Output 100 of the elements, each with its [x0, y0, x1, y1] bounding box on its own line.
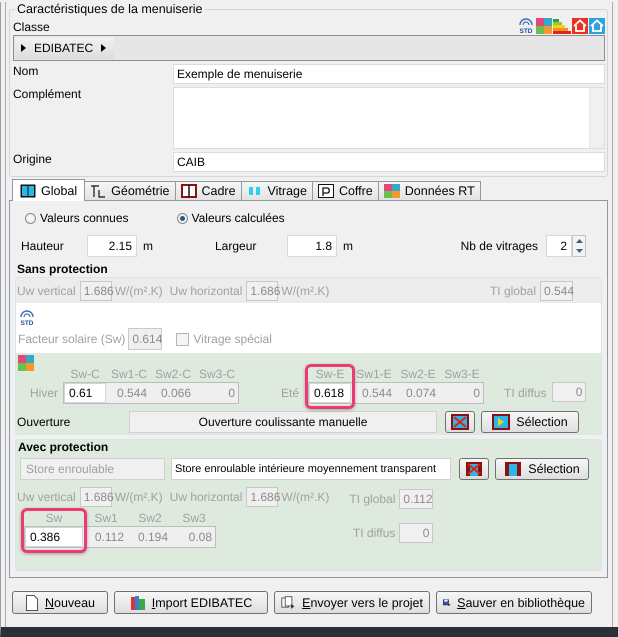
- readonly-field: 0.544: [540, 280, 573, 300]
- unit-label: W/(m².K): [281, 284, 330, 298]
- shutter-icon: [504, 461, 522, 477]
- frame-icon: [180, 184, 196, 198]
- select-button[interactable]: Sélection: [495, 458, 589, 480]
- value-field[interactable]: 0.386: [25, 527, 83, 547]
- readonly-field: 1.686: [246, 486, 278, 506]
- tab[interactable]: Coffre: [312, 181, 379, 200]
- unit-label: W/(m².K): [281, 490, 330, 504]
- books-icon: [130, 594, 146, 610]
- column-header: Sw2-C: [154, 367, 192, 382]
- up-arrow-icon: [576, 239, 582, 243]
- readonly-field: 1.686: [80, 486, 112, 506]
- new-button[interactable]: Nouveau: [12, 591, 108, 614]
- field-label: Facteur solaire (Sw): [18, 332, 126, 346]
- tab[interactable]: Données RT: [378, 181, 481, 200]
- field-label: Eté: [280, 386, 299, 400]
- field-label: Classe: [13, 20, 50, 34]
- triangle-icon: [101, 44, 106, 52]
- readonly-field: 0: [552, 382, 586, 402]
- column-header: Sw2-E: [399, 367, 437, 382]
- import-button[interactable]: Import EDIBATEC: [114, 591, 268, 614]
- radio-option[interactable]: Valeurs connues: [25, 211, 128, 225]
- house-icon: [589, 18, 605, 34]
- save-button[interactable]: Sauver en bibliothèque: [436, 591, 592, 614]
- column-header: Sw1-E: [355, 367, 393, 382]
- glass-panes-icon: [246, 184, 263, 198]
- radio-option[interactable]: Valeurs calculées: [176, 211, 285, 225]
- document-arrow-icon: [281, 594, 296, 610]
- scrollbar[interactable]: [589, 88, 604, 148]
- column-header: Sw3-E: [443, 367, 481, 382]
- field-label: Uw vertical: [17, 284, 76, 298]
- table-cell-text: 0: [227, 386, 236, 400]
- color-grid-icon: [536, 18, 552, 34]
- field-label: Hiver: [28, 386, 58, 400]
- field-label: TI diffus: [352, 526, 396, 540]
- readonly-field: 0.112: [399, 489, 434, 510]
- window-icon: [492, 414, 510, 430]
- field-label: Nom: [13, 64, 40, 80]
- text-field[interactable]: CAIB: [173, 152, 605, 172]
- number-field[interactable]: 2: [546, 235, 572, 257]
- column-header: Sw1: [93, 511, 119, 526]
- send-button[interactable]: Envoyer vers le projet: [274, 591, 430, 614]
- field-label: Largeur: [215, 239, 258, 253]
- table-cell-text: 0.08: [188, 530, 213, 544]
- triangle-icon: [21, 44, 26, 52]
- breadcrumb-item[interactable]: EDIBATEC: [15, 37, 114, 59]
- radio-button[interactable]: [25, 212, 36, 224]
- column-header: Sw2: [137, 511, 163, 526]
- roll-box-icon: [318, 184, 334, 198]
- field-label: Uw vertical: [17, 490, 76, 504]
- color-grid-icon: [18, 355, 34, 371]
- column-header: Sw1-C: [110, 367, 148, 382]
- clear-button[interactable]: [459, 458, 489, 480]
- unit-label: W/(m².K): [114, 490, 163, 504]
- section-title: Avec protection: [18, 440, 110, 454]
- unit-label: m: [343, 239, 353, 253]
- field-label: TI diffus: [504, 386, 546, 400]
- field-label: Ouverture: [17, 414, 72, 428]
- dimension-icon: [90, 184, 106, 198]
- table-cell-text: 0.544: [360, 386, 393, 400]
- table-cell-text: 0: [472, 386, 481, 400]
- column-header: Sw: [44, 511, 64, 526]
- table-cell-text: 0.074: [404, 386, 437, 400]
- clear-button[interactable]: [445, 410, 475, 432]
- spin-buttons[interactable]: [572, 235, 586, 257]
- number-field[interactable]: 1.8: [287, 235, 337, 257]
- tab[interactable]: Géométrie: [84, 181, 176, 200]
- table-cell-text: 0.112: [94, 530, 125, 544]
- field-label: Complément: [13, 87, 82, 103]
- opening-type-field: Ouverture coulissante manuelle: [129, 410, 437, 432]
- tab[interactable]: Global: [12, 179, 86, 201]
- field-label: Uw horizontal: [170, 490, 242, 504]
- shutter-cross-icon: [465, 461, 483, 477]
- section-title: Sans protection: [17, 262, 109, 276]
- field-label: Nb de vitrages: [460, 239, 538, 253]
- field-label: Uw horizontal: [170, 284, 242, 298]
- number-field[interactable]: 2.15: [87, 235, 137, 257]
- radio-button[interactable]: [176, 212, 188, 224]
- column-header: Sw-E: [314, 367, 346, 382]
- color-grid-icon: [384, 184, 400, 198]
- field-label: TI global: [349, 492, 396, 506]
- value-field[interactable]: 0.61: [64, 383, 106, 403]
- value-field[interactable]: 0.618: [309, 383, 351, 403]
- protection-type-field: Store enroulable: [20, 458, 165, 480]
- table-cell-text: 0.066: [160, 386, 192, 400]
- table-cell-text: 0.544: [116, 386, 148, 400]
- readonly-field: 1.686: [80, 280, 112, 300]
- column-header: Sw3: [181, 511, 207, 526]
- tab[interactable]: Cadre: [174, 181, 242, 200]
- readonly-field: 0.614: [128, 328, 162, 350]
- group-title: Caractéristiques de la menuiserie: [16, 2, 204, 16]
- table-cell-text: 0.194: [136, 530, 169, 544]
- tab[interactable]: Vitrage: [240, 181, 313, 200]
- text-field[interactable]: Exemple de menuiserie: [173, 64, 605, 84]
- readonly-field: 0: [399, 522, 434, 543]
- unit-label: m: [143, 239, 153, 253]
- window-icon: [20, 184, 36, 198]
- energy-label-icon: [553, 18, 571, 34]
- select-button[interactable]: Sélection: [481, 410, 579, 432]
